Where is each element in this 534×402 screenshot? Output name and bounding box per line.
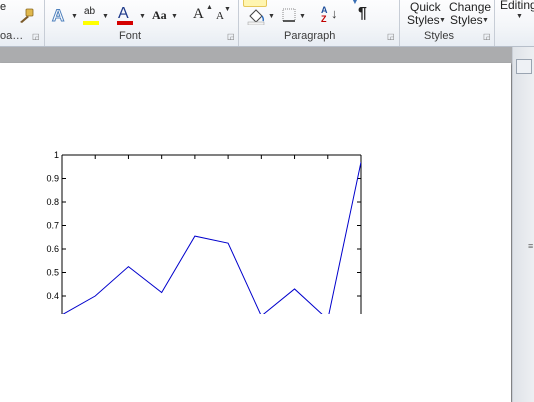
document-page[interactable]: 0.4 0.5 0.6 0.7 0.8 0.9 1	[0, 63, 511, 402]
group-separator	[238, 0, 239, 46]
cut-button-label[interactable]: e	[0, 1, 6, 13]
highlight-color-bar	[83, 21, 99, 25]
group-separator	[399, 0, 400, 46]
y-tick-label: 0.7	[46, 221, 59, 231]
grow-arrow-icon: ▲	[206, 4, 213, 11]
format-painter-icon[interactable]	[17, 8, 35, 24]
y-tick-label: 1	[54, 150, 59, 160]
highlight-icon[interactable]: ab	[84, 6, 95, 17]
vertical-scrollbar[interactable]	[512, 47, 534, 402]
sort-icon-bottom[interactable]: Z	[321, 14, 327, 24]
borders-icon[interactable]	[282, 8, 296, 22]
shrink-arrow-icon: ▼	[224, 6, 231, 13]
chevron-down-icon[interactable]: ▼	[268, 13, 275, 20]
editing-label: Editing	[500, 0, 534, 12]
y-tick-label: 0.8	[46, 197, 59, 207]
document-area: 0.4 0.5 0.6 0.7 0.8 0.9 1	[0, 47, 534, 402]
chevron-down-icon[interactable]: ▼	[350, 0, 360, 7]
clipboard-group-label: oa…	[0, 30, 24, 42]
font-color-bar	[117, 21, 133, 25]
clipboard-dialog-launcher[interactable]: ◲	[32, 33, 40, 41]
quick-styles-label-line2: Styles	[407, 13, 440, 27]
scroll-up-button[interactable]	[516, 59, 532, 74]
chevron-down-icon[interactable]: ▼	[171, 13, 178, 20]
text-effects-icon[interactable]: A	[51, 6, 64, 26]
paragraph-dialog-launcher[interactable]: ◲	[387, 33, 395, 41]
paragraph-group-label: Paragraph	[284, 30, 336, 42]
scroll-grip-icon: ≡	[528, 241, 534, 251]
quick-styles-label-line1: Quick	[410, 0, 441, 14]
chevron-down-icon: ▼	[516, 13, 523, 20]
change-case-icon[interactable]: Aa	[152, 8, 167, 23]
group-separator	[44, 0, 45, 46]
chevron-down-icon[interactable]: ▼	[139, 13, 146, 20]
shading-icon[interactable]	[246, 7, 266, 25]
series-line	[62, 161, 361, 314]
y-tick-label: 0.5	[46, 268, 59, 278]
grow-font-icon[interactable]: A	[193, 6, 204, 23]
chevron-down-icon: ▼	[482, 17, 489, 24]
change-styles-label-line2: Styles	[450, 13, 483, 27]
chevron-down-icon[interactable]: ▼	[71, 13, 78, 20]
chevron-down-icon[interactable]: ▼	[299, 13, 306, 20]
sort-arrow-icon: ↓	[331, 6, 338, 21]
change-styles-label-line1: Change	[449, 0, 492, 14]
y-tick-label: 0.4	[46, 291, 59, 301]
line-chart: 0.4 0.5 0.6 0.7 0.8 0.9 1	[46, 150, 362, 314]
shrink-font-icon[interactable]: A	[216, 10, 224, 22]
chevron-down-icon[interactable]: ▼	[102, 13, 109, 20]
font-group-label: Font	[119, 30, 142, 42]
chevron-down-icon: ▼	[439, 17, 446, 24]
styles-group-label: Styles	[424, 30, 454, 42]
styles-dialog-launcher[interactable]: ◲	[483, 33, 491, 41]
y-tick-label: 0.9	[46, 174, 59, 184]
font-dialog-launcher[interactable]: ◲	[227, 33, 235, 41]
group-separator	[494, 0, 495, 46]
y-tick-label: 0.6	[46, 244, 59, 254]
show-formatting-icon[interactable]: ¶	[358, 5, 367, 23]
ribbon: e oa… ◲ A ▼ ab ▼ A ▼ Aa ▼ A ▲ A ▼ Font ◲…	[0, 0, 534, 47]
hovered-button-edge	[243, 0, 267, 7]
